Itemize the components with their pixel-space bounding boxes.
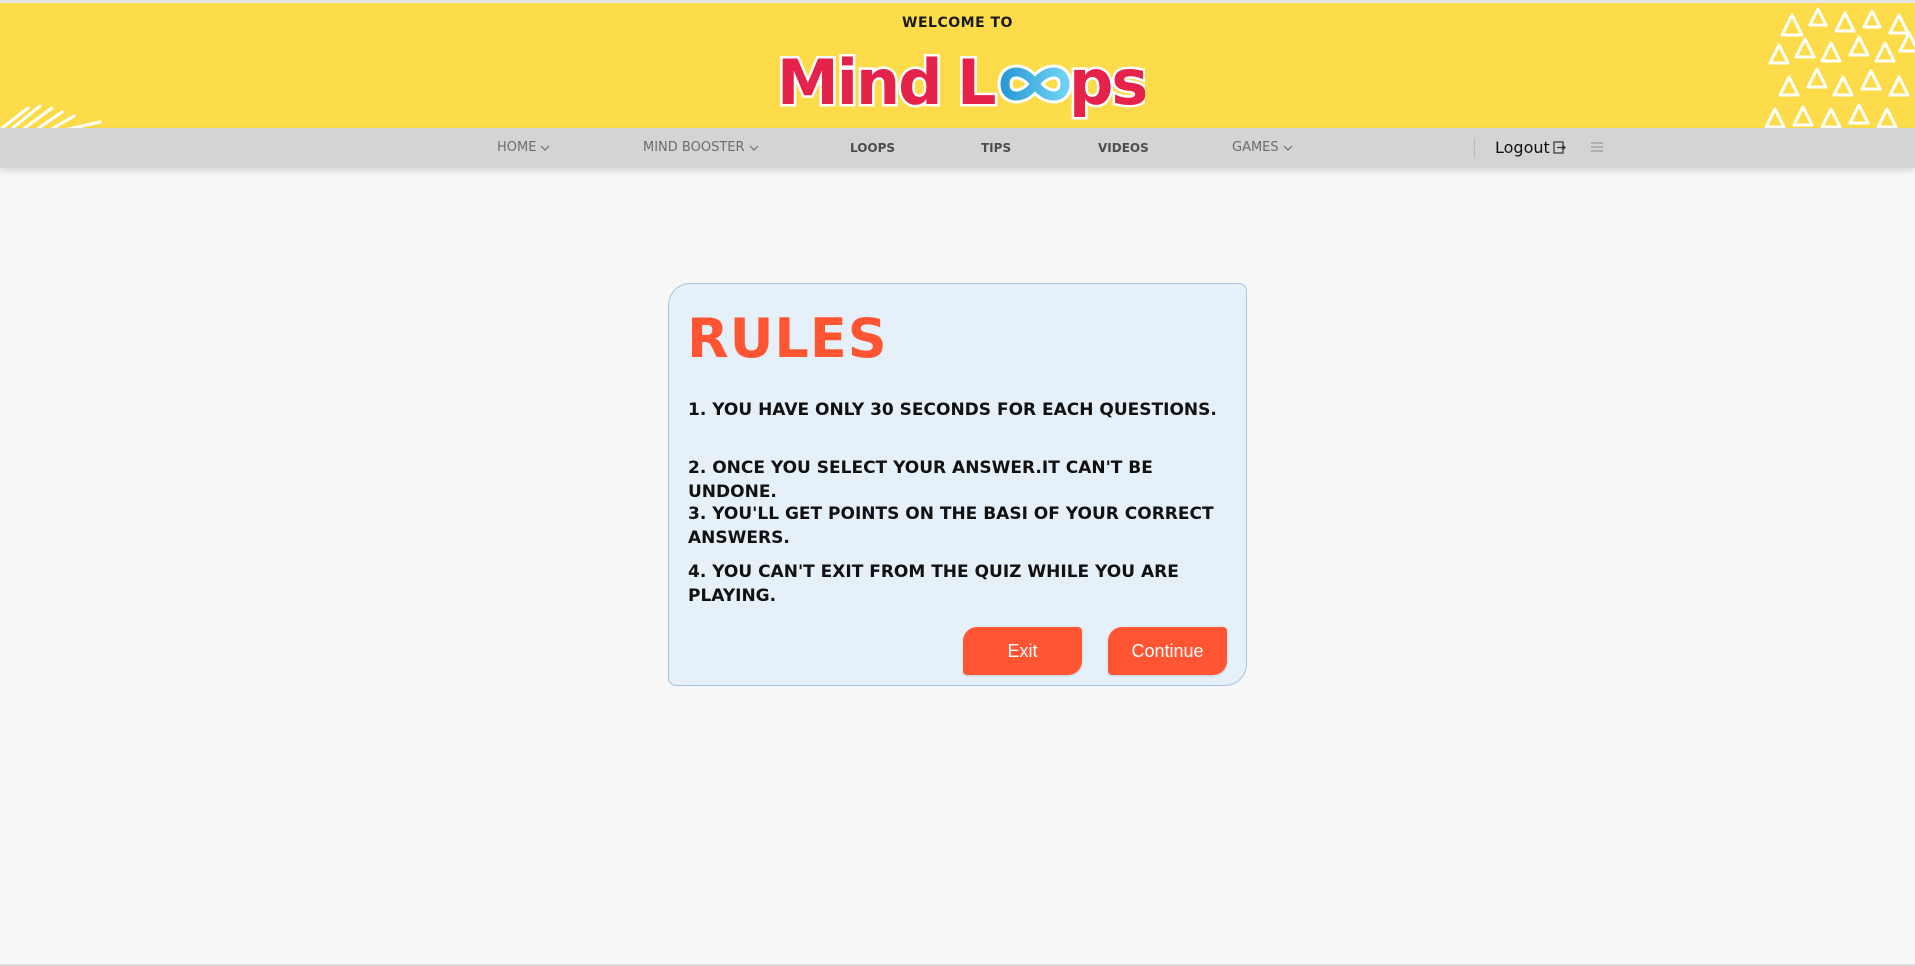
decorative-scribble-icon (0, 104, 102, 128)
logout-label: Logout (1495, 138, 1550, 157)
chevron-down-icon (1283, 145, 1293, 151)
nav-videos-label: VIDEOS (1098, 141, 1149, 155)
rules-dialog: RULES 1. YOU HAVE ONLY 30 SECONDS FOR EA… (668, 283, 1247, 686)
nav-tips-label: TIPS (981, 141, 1012, 155)
rule-item: 4. YOU CAN'T EXIT FROM THE QUIZ WHILE YO… (688, 562, 1179, 606)
rule-item: 3. YOU'LL GET POINTS ON THE BASI OF YOUR… (688, 504, 1214, 548)
nav-home-label: HOME (497, 140, 537, 155)
nav-loops-label: LOOPS (850, 141, 896, 155)
nav-item-loops[interactable]: LOOPS (850, 128, 895, 168)
nav-item-tips[interactable]: TIPS (981, 128, 1011, 168)
chevron-down-icon (749, 145, 758, 151)
nav-item-games[interactable]: GAMES (1232, 128, 1293, 168)
svg-text:Mind: Mind (777, 46, 940, 119)
mindloops-logo[interactable]: Mind L ps (773, 46, 1146, 126)
nav-divider (1474, 138, 1475, 158)
rule-item: 1. YOU HAVE ONLY 30 SECONDS FOR EACH QUE… (688, 400, 1217, 420)
nav-mind-booster-label: MIND BOOSTER (643, 140, 745, 155)
chevron-down-icon (541, 145, 550, 151)
svg-text:L: L (957, 46, 997, 119)
site-header: WELCOME TO Mind L ps (0, 3, 1915, 128)
exit-button[interactable]: Exit (963, 627, 1082, 675)
rule-item: 2. ONCE YOU SELECT YOUR ANSWER.IT CAN'T … (688, 458, 1153, 502)
nav-item-videos[interactable]: VIDEOS (1098, 128, 1149, 168)
welcome-text: WELCOME TO (902, 15, 1013, 31)
hamburger-menu-icon[interactable] (1590, 140, 1604, 154)
continue-button[interactable]: Continue (1108, 627, 1227, 675)
svg-text:ps: ps (1069, 46, 1145, 119)
decorative-triangles-icon (1764, 7, 1915, 128)
main-navbar: HOME MIND BOOSTER LOOPS TIPS VIDEOS GAME… (0, 128, 1915, 168)
logout-icon (1553, 140, 1566, 154)
logout-button[interactable]: Logout (1495, 128, 1566, 168)
nav-item-mind-booster[interactable]: MIND BOOSTER (643, 128, 759, 168)
rules-title: RULES (687, 307, 888, 370)
nav-games-label: GAMES (1232, 140, 1279, 155)
nav-item-home[interactable]: HOME (497, 128, 550, 168)
